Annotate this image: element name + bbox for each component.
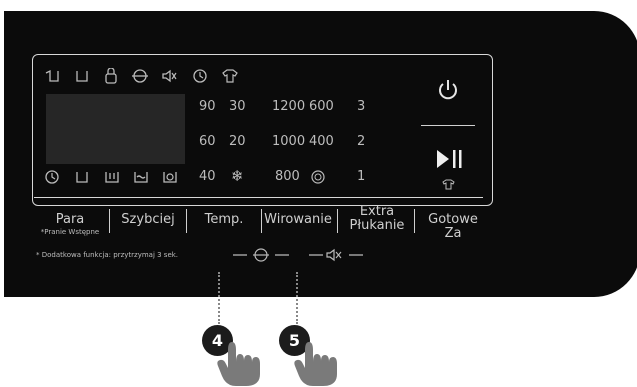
- temp-20: 20: [229, 134, 246, 149]
- power-button[interactable]: [435, 77, 461, 103]
- hold-spin-icon: [233, 248, 289, 262]
- sound-off-icon: [162, 69, 177, 83]
- guide-line-5: [296, 272, 298, 324]
- gotowe-za-button[interactable]: Gotowe Za: [418, 213, 488, 241]
- easy-iron-icon: [442, 179, 455, 190]
- snowflake-icon: ❄: [231, 167, 244, 185]
- temp-button[interactable]: Temp.: [194, 213, 254, 227]
- separator: [414, 209, 415, 233]
- rinse-icon: [134, 172, 148, 183]
- para-label: Para: [55, 212, 85, 227]
- delay-timer-icon: [193, 69, 207, 83]
- footnote: * Dodatkowa funkcja: przytrzymaj 3 sek.: [36, 251, 178, 259]
- wash-icon: [76, 172, 88, 183]
- spin-drain-icon: [163, 172, 177, 183]
- footnote-star: *: [36, 251, 40, 259]
- hold-sound-off-icon: [309, 248, 363, 262]
- szybciej-button[interactable]: Szybciej: [116, 213, 180, 227]
- extra-plukanie-button[interactable]: Extra Płukanie: [341, 205, 413, 233]
- rinse-3: 3: [357, 99, 366, 114]
- rinse-1: 1: [357, 169, 366, 184]
- separator: [109, 209, 110, 233]
- start-pause-button[interactable]: [434, 147, 464, 171]
- spin-800: 800: [275, 169, 300, 184]
- main-wash-icon: [105, 172, 119, 183]
- display-screen: [46, 94, 185, 164]
- separator: [337, 209, 338, 233]
- pointing-hand-icon: [294, 342, 337, 386]
- clock-icon: [45, 170, 59, 184]
- para-sublabel: *Pranie Wstępne: [40, 228, 100, 236]
- door-lock-icon: [105, 68, 117, 84]
- temp-30: 30: [229, 99, 246, 114]
- temp-60: 60: [199, 134, 216, 149]
- prewash-icon: [45, 69, 59, 82]
- plukanie-label: Płukanie: [349, 218, 405, 233]
- spin-icon: [132, 69, 148, 83]
- spin-600: 600: [309, 99, 334, 114]
- separator: [261, 209, 262, 233]
- footnote-text: Dodatkowa funkcja: przytrzymaj 3 sek.: [41, 251, 179, 259]
- wash-icon: [76, 71, 88, 82]
- easy-iron-icon: [222, 69, 238, 83]
- pointing-hand-icon: [217, 342, 260, 386]
- power-divider: [421, 125, 475, 126]
- wirowanie-button[interactable]: Wirowanie: [263, 213, 333, 227]
- no-spin-icon: [311, 170, 325, 184]
- temp-90: 90: [199, 99, 216, 114]
- extra-label: Extra: [359, 204, 395, 219]
- spin-400: 400: [309, 134, 334, 149]
- separator: [186, 209, 187, 233]
- guide-line-4: [218, 272, 220, 324]
- button-row-divider: [34, 197, 483, 198]
- para-button[interactable]: Para *Pranie Wstępne: [38, 213, 102, 237]
- spin-1000: 1000: [272, 134, 306, 149]
- rinse-2: 2: [357, 134, 366, 149]
- spin-1200: 1200: [272, 99, 306, 114]
- temp-40: 40: [199, 169, 216, 184]
